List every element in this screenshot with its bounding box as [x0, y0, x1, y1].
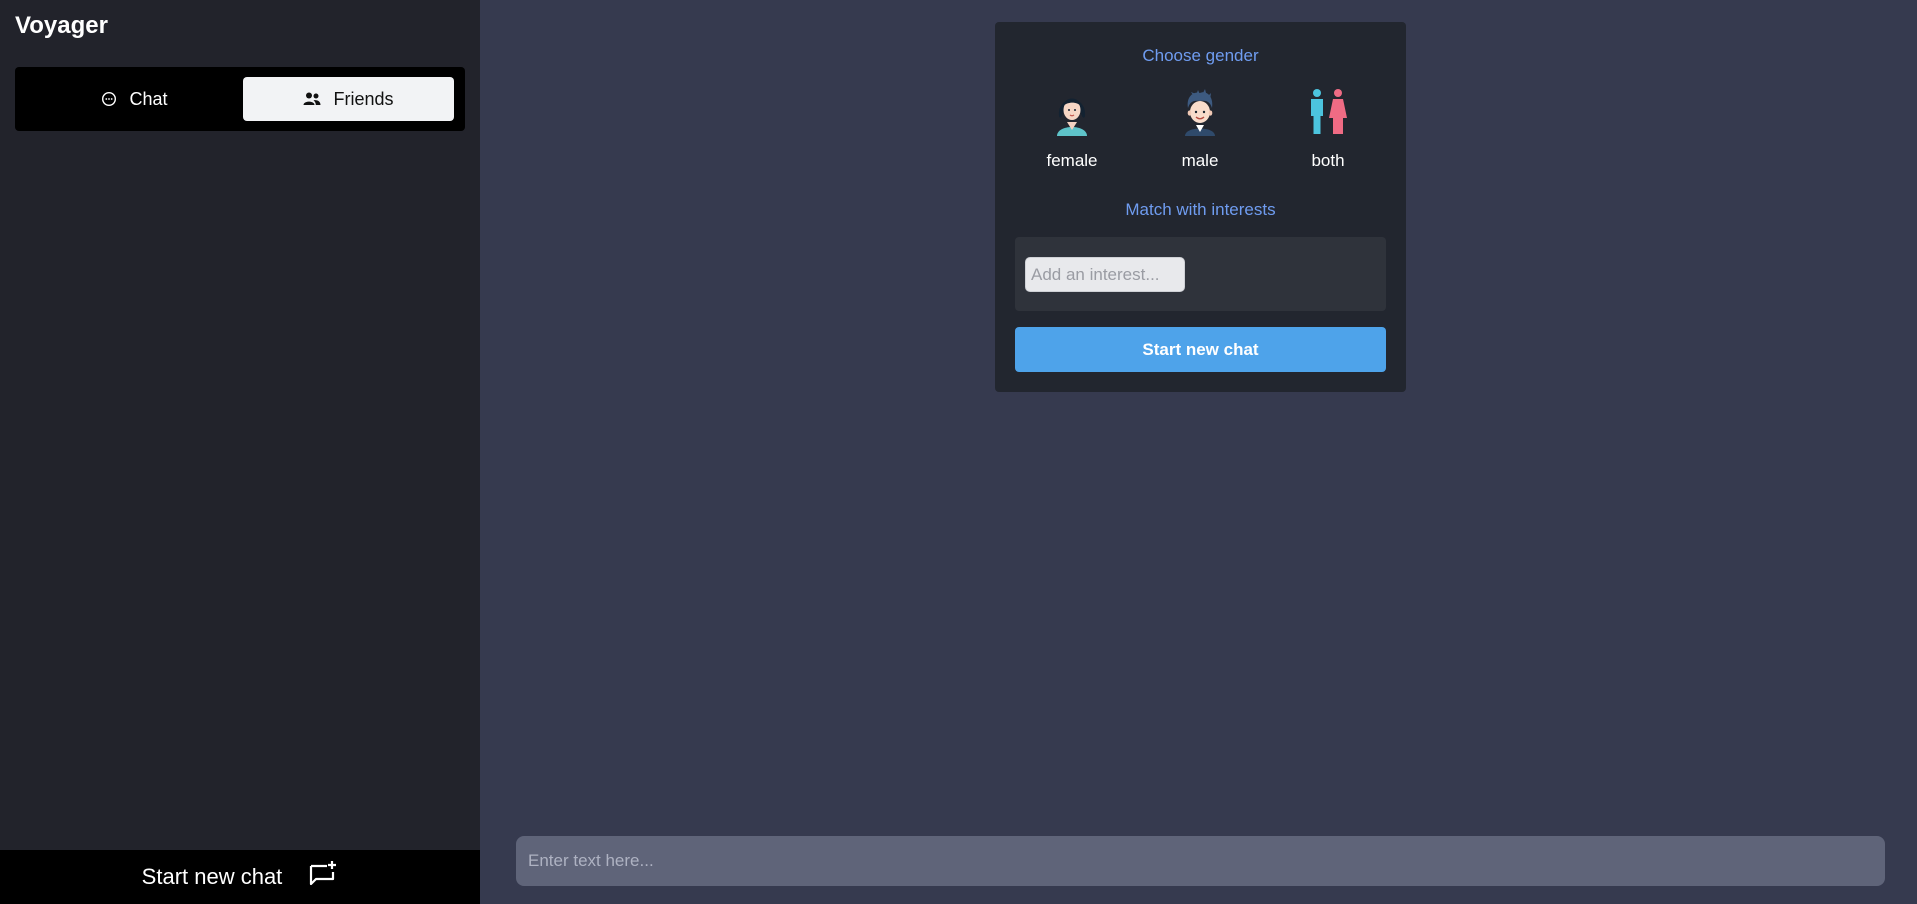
- tab-chat[interactable]: Chat: [29, 77, 240, 121]
- match-settings-card: Choose gender female male both Match wit…: [995, 22, 1406, 392]
- gender-option-female[interactable]: female: [1017, 86, 1127, 176]
- interest-area: [1015, 237, 1386, 311]
- users-icon: [303, 92, 321, 106]
- message-input[interactable]: [516, 836, 1885, 886]
- tab-friends[interactable]: Friends: [243, 77, 454, 121]
- tab-friends-label: Friends: [333, 88, 394, 109]
- interest-input[interactable]: [1025, 257, 1185, 292]
- male-avatar-icon: [1177, 86, 1223, 143]
- tab-chat-label: Chat: [129, 88, 168, 109]
- gender-options: female male both: [995, 86, 1406, 176]
- gender-option-both[interactable]: both: [1273, 86, 1383, 176]
- start-new-chat-button[interactable]: Start new chat: [1015, 327, 1386, 372]
- chat-bubble-icon: [101, 91, 117, 107]
- main-area: Choose gender female male both Match wit…: [480, 0, 1917, 904]
- gender-male-label: male: [1181, 151, 1219, 170]
- choose-gender-title: Choose gender: [1142, 46, 1259, 65]
- female-avatar-icon: [1049, 86, 1095, 143]
- gender-both-label: both: [1311, 151, 1345, 170]
- gender-female-label: female: [1046, 151, 1098, 170]
- male-female-icon: [1305, 86, 1351, 143]
- gender-option-male[interactable]: male: [1145, 86, 1255, 176]
- app-root: Voyager Chat Friends Start new chat Choo…: [0, 0, 1917, 904]
- sidebar-start-new-chat-button[interactable]: Start new chat: [0, 850, 480, 904]
- sidebar-start-new-chat-label: Start new chat: [141, 864, 283, 889]
- sidebar-tabs: Chat Friends: [15, 67, 465, 131]
- sidebar: Voyager Chat Friends Start new chat: [0, 0, 480, 904]
- match-interests-title: Match with interests: [1125, 200, 1276, 219]
- add-chat-icon: [308, 860, 338, 894]
- app-title: Voyager: [15, 12, 108, 39]
